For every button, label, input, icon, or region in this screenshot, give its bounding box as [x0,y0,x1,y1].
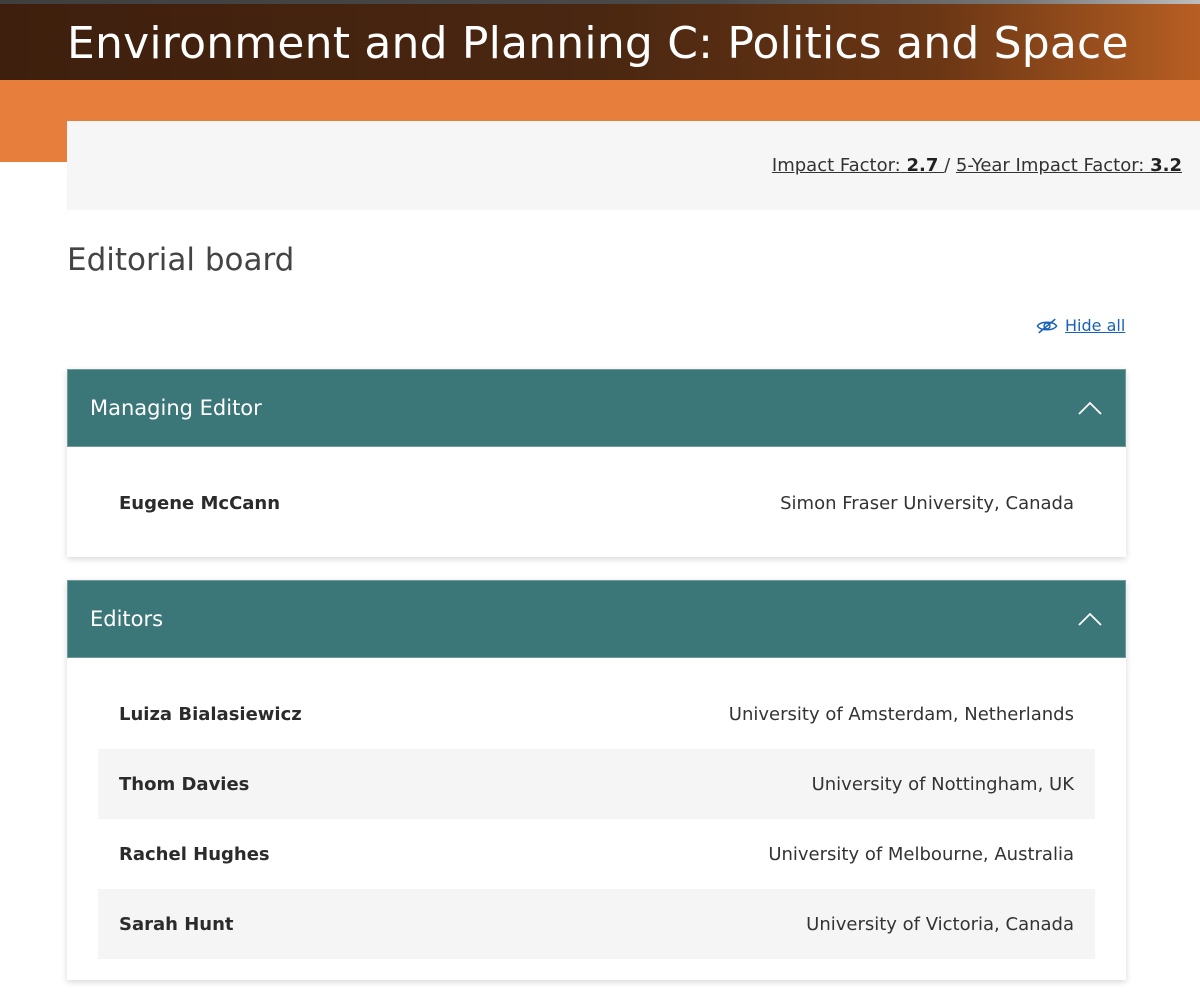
eye-slash-icon [1036,318,1058,333]
chevron-up-icon [1078,401,1102,415]
impact-factor-line: Impact Factor: 2.7 / 5-Year Impact Facto… [772,155,1182,176]
hide-all-label: Hide all [1065,316,1126,335]
list-item: Sarah Hunt University of Victoria, Canad… [98,889,1095,959]
member-name: Luiza Bialasiewicz [119,703,302,725]
member-name: Thom Davies [119,773,250,795]
member-affiliation: Simon Fraser University, Canada [780,492,1074,514]
metrics-separator: / [944,155,951,176]
panel-managing-editor: Managing Editor Eugene McCann Simon Fras… [67,369,1126,557]
list-item: Eugene McCann Simon Fraser University, C… [98,468,1095,538]
impact-factor-label: Impact Factor: [771,155,901,176]
journal-title: Environment and Planning C: Politics and… [67,18,1129,69]
hide-all-button[interactable]: Hide all [1036,316,1125,335]
journal-masthead: Environment and Planning C: Politics and… [0,4,1200,80]
list-item: Thom Davies University of Nottingham, UK [98,749,1095,819]
panel-body-managing-editor: Eugene McCann Simon Fraser University, C… [67,447,1126,557]
list-item: Luiza Bialasiewicz University of Amsterd… [98,679,1095,749]
panel-title: Editors [90,607,164,631]
panel-title: Managing Editor [90,396,262,420]
page-title: Editorial board [67,242,295,278]
five-year-impact-factor-value: 3.2 [1150,155,1182,176]
member-affiliation: University of Amsterdam, Netherlands [728,703,1074,725]
five-year-impact-factor-link[interactable]: 5-Year Impact Factor: 3.2 [956,155,1182,176]
member-affiliation: University of Victoria, Canada [806,913,1074,935]
member-name: Eugene McCann [119,492,281,514]
member-name: Rachel Hughes [119,843,270,865]
member-affiliation: University of Nottingham, UK [811,773,1074,795]
metrics-bar: Impact Factor: 2.7 / 5-Year Impact Facto… [67,121,1200,210]
member-name: Sarah Hunt [119,913,234,935]
member-affiliation: University of Melbourne, Australia [768,843,1074,865]
five-year-impact-factor-label: 5-Year Impact Factor: [955,155,1145,176]
panel-body-editors: Luiza Bialasiewicz University of Amsterd… [67,658,1126,980]
panel-header-editors[interactable]: Editors [67,580,1126,658]
chevron-up-icon [1078,612,1102,626]
panel-editors: Editors Luiza Bialasiewicz University of… [67,580,1126,980]
impact-factor-link[interactable]: Impact Factor: 2.7 [772,155,944,176]
impact-factor-value: 2.7 [906,155,939,176]
list-item: Rachel Hughes University of Melbourne, A… [98,819,1095,889]
panel-header-managing-editor[interactable]: Managing Editor [67,369,1126,447]
